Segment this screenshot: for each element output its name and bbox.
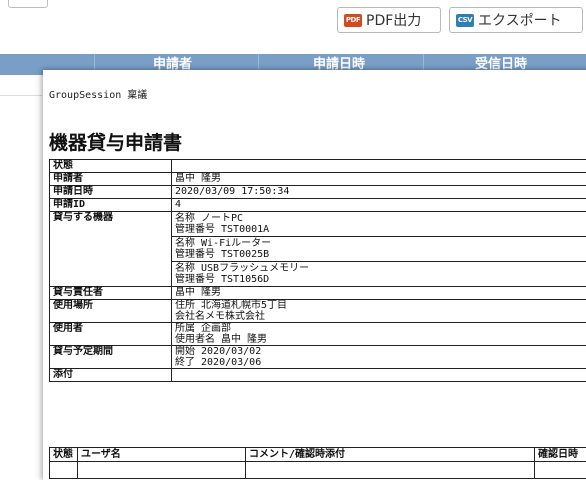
devices-label: 貸与する機器: [50, 212, 172, 287]
status-label: 状態: [50, 160, 172, 173]
user-value: 所属 企画部 使用者名 畠中 隆男: [172, 323, 586, 346]
document-preview: GroupSession 稟議 機器貸与申請書 状態 申請者 畠中 隆男 申請日…: [43, 70, 586, 480]
period-start: 開始 2020/03/02: [175, 346, 586, 357]
devices-value: 名称 ノートPC 管理番号 TST0001A 名称 Wi-Fiルーター 管理番号…: [172, 212, 586, 287]
applicant-label: 申請者: [50, 173, 172, 186]
place-value: 住所 北海道札幌市5丁目 会社名メモ株式会社: [172, 300, 586, 323]
device-name: 名称 Wi-Fiルーター: [175, 238, 586, 249]
place-address: 住所 北海道札幌市5丁目: [175, 300, 586, 311]
manager-value: 畠中 隆男: [172, 287, 586, 300]
apply-id-label: 申請ID: [50, 199, 172, 212]
attachment-label: 添付: [50, 369, 172, 382]
pdf-export-button[interactable]: PDF PDF出力: [337, 7, 441, 33]
user-name: 使用者名 畠中 隆男: [175, 334, 586, 345]
apply-id-value: 4: [172, 199, 586, 212]
apply-date-value: 2020/03/09 17:50:34: [172, 186, 586, 199]
pdf-export-label: PDF出力: [366, 10, 421, 30]
log-cell: [78, 462, 246, 479]
log-cell: [50, 462, 78, 479]
partial-button[interactable]: [8, 0, 48, 8]
list-row-stub: [0, 75, 42, 96]
application-detail-table: 状態 申請者 畠中 隆男 申請日時 2020/03/09 17:50:34 申請…: [49, 159, 586, 382]
log-header-user: ユーザ名: [78, 448, 246, 462]
table-row: 添付: [50, 369, 586, 382]
table-row: 状態: [50, 160, 586, 173]
pdf-icon: PDF: [344, 14, 362, 27]
table-row: 貸与責任者 畠中 隆男: [50, 287, 586, 300]
user-department: 所属 企画部: [175, 323, 586, 334]
table-row: 貸与予定期間 開始 2020/03/02 終了 2020/03/06: [50, 346, 586, 369]
status-value: [172, 160, 586, 173]
table-row: 申請日時 2020/03/09 17:50:34: [50, 186, 586, 199]
log-cell: [246, 462, 535, 479]
table-row: 使用者 所属 企画部 使用者名 畠中 隆男: [50, 323, 586, 346]
device-number: 管理番号 TST0025B: [175, 249, 586, 260]
apply-date-label: 申請日時: [50, 186, 172, 199]
device-item: 名称 Wi-Fiルーター 管理番号 TST0025B: [172, 237, 586, 262]
table-row: [50, 462, 586, 479]
period-label: 貸与予定期間: [50, 346, 172, 369]
table-row: 申請ID 4: [50, 199, 586, 212]
approval-log-table: 状態 ユーザ名 コメント/確認時添付 確認日時: [49, 447, 586, 479]
device-name: 名称 USBフラッシュメモリー: [175, 263, 586, 274]
csv-export-label: エクスポート: [478, 10, 562, 30]
document-caption: GroupSession 稟議: [49, 86, 147, 101]
attachment-value: [172, 369, 586, 382]
log-header-comment: コメント/確認時添付: [246, 448, 535, 462]
table-row: 状態 ユーザ名 コメント/確認時添付 確認日時: [50, 448, 586, 462]
device-number: 管理番号 TST1056D: [175, 274, 586, 285]
period-value: 開始 2020/03/02 終了 2020/03/06: [172, 346, 586, 369]
table-row: 使用場所 住所 北海道札幌市5丁目 会社名メモ株式会社: [50, 300, 586, 323]
place-company: 会社名メモ株式会社: [175, 311, 586, 322]
csv-icon: CSV: [456, 14, 474, 27]
device-item: 名称 USBフラッシュメモリー 管理番号 TST1056D: [172, 262, 586, 286]
device-item: 名称 ノートPC 管理番号 TST0001A: [172, 212, 586, 237]
period-end: 終了 2020/03/06: [175, 357, 586, 368]
log-header-status: 状態: [50, 448, 78, 462]
table-row: 貸与する機器 名称 ノートPC 管理番号 TST0001A 名称 Wi-Fiルー…: [50, 212, 586, 287]
place-label: 使用場所: [50, 300, 172, 323]
table-row: 申請者 畠中 隆男: [50, 173, 586, 186]
document-title: 機器貸与申請書: [49, 128, 182, 155]
log-header-confirm-date: 確認日時: [535, 448, 586, 462]
user-label: 使用者: [50, 323, 172, 346]
log-cell: [535, 462, 586, 479]
manager-label: 貸与責任者: [50, 287, 172, 300]
device-number: 管理番号 TST0001A: [175, 224, 586, 235]
csv-export-button[interactable]: CSV エクスポート: [449, 7, 583, 33]
device-name: 名称 ノートPC: [175, 213, 586, 224]
applicant-value: 畠中 隆男: [172, 173, 586, 186]
